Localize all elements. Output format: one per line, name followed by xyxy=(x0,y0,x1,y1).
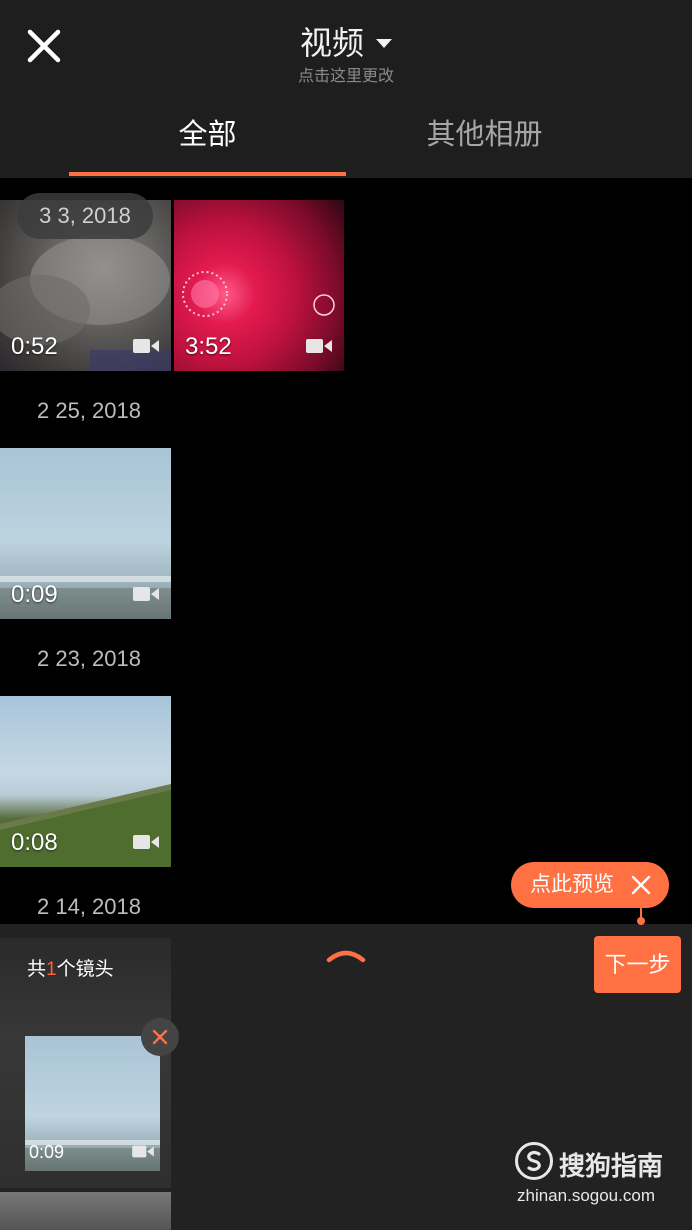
album-selector-hint: 点击这里更改 xyxy=(297,68,394,85)
video-thumbnail[interactable]: 0:09 xyxy=(0,448,171,619)
close-icon[interactable] xyxy=(631,875,651,895)
tooltip-anchor-dot xyxy=(637,917,645,925)
watermark: 搜狗指南 zhinan.sogou.com xyxy=(515,1142,675,1212)
watermark-url: zhinan.sogou.com xyxy=(517,1186,655,1205)
caret-down-icon xyxy=(376,38,392,48)
shot-count: 共1个镜头 xyxy=(27,954,114,981)
album-title-label: 视频 xyxy=(299,25,364,61)
shot-count-prefix: 共 xyxy=(27,959,47,980)
chevron-up-icon[interactable] xyxy=(326,944,366,964)
video-duration: 0:09 xyxy=(29,1142,65,1162)
date-header: 3 3, 2018 xyxy=(17,193,153,239)
video-thumbnail[interactable]: 3:52 xyxy=(174,200,344,371)
video-thumbnail[interactable]: 0:08 xyxy=(0,696,171,867)
video-duration: 0:09 xyxy=(11,581,58,608)
album-title[interactable]: 视频 xyxy=(300,18,392,64)
tab-all[interactable]: 全部 xyxy=(69,92,346,178)
remove-icon xyxy=(152,1029,168,1045)
watermark-brand: 搜狗指南 xyxy=(559,1151,664,1181)
video-camera-icon xyxy=(133,587,159,601)
shot-count-suffix: 个镜头 xyxy=(56,959,114,980)
video-camera-icon xyxy=(133,835,159,849)
video-camera-icon xyxy=(133,339,159,353)
date-header: 2 25, 2018 xyxy=(37,398,141,423)
sogou-logo-icon xyxy=(515,1142,553,1180)
tab-other-albums[interactable]: 其他相册 xyxy=(346,92,623,178)
video-camera-icon xyxy=(132,1145,154,1158)
date-header: 2 23, 2018 xyxy=(37,646,141,671)
remove-clip-button[interactable] xyxy=(141,1018,179,1056)
next-step-button[interactable]: 下一步 xyxy=(594,936,681,993)
video-duration: 0:52 xyxy=(11,333,58,360)
date-header: 2 14, 2018 xyxy=(37,894,141,919)
selected-clip[interactable]: 0:09 xyxy=(25,1036,160,1171)
preview-tooltip[interactable]: 点此预览 xyxy=(511,862,669,908)
album-tabs: 全部 其他相册 xyxy=(0,92,692,178)
background-thumbnail xyxy=(0,1192,171,1230)
video-duration: 0:08 xyxy=(11,829,58,856)
video-camera-icon xyxy=(306,339,332,353)
video-duration: 3:52 xyxy=(185,333,232,360)
shot-count-value: 1 xyxy=(46,959,57,980)
top-bar: 视频 点击这里更改 xyxy=(0,0,692,92)
preview-tooltip-label: 点此预览 xyxy=(530,873,614,896)
album-selector[interactable]: 视频 xyxy=(0,18,692,64)
active-tab-indicator xyxy=(69,172,346,176)
